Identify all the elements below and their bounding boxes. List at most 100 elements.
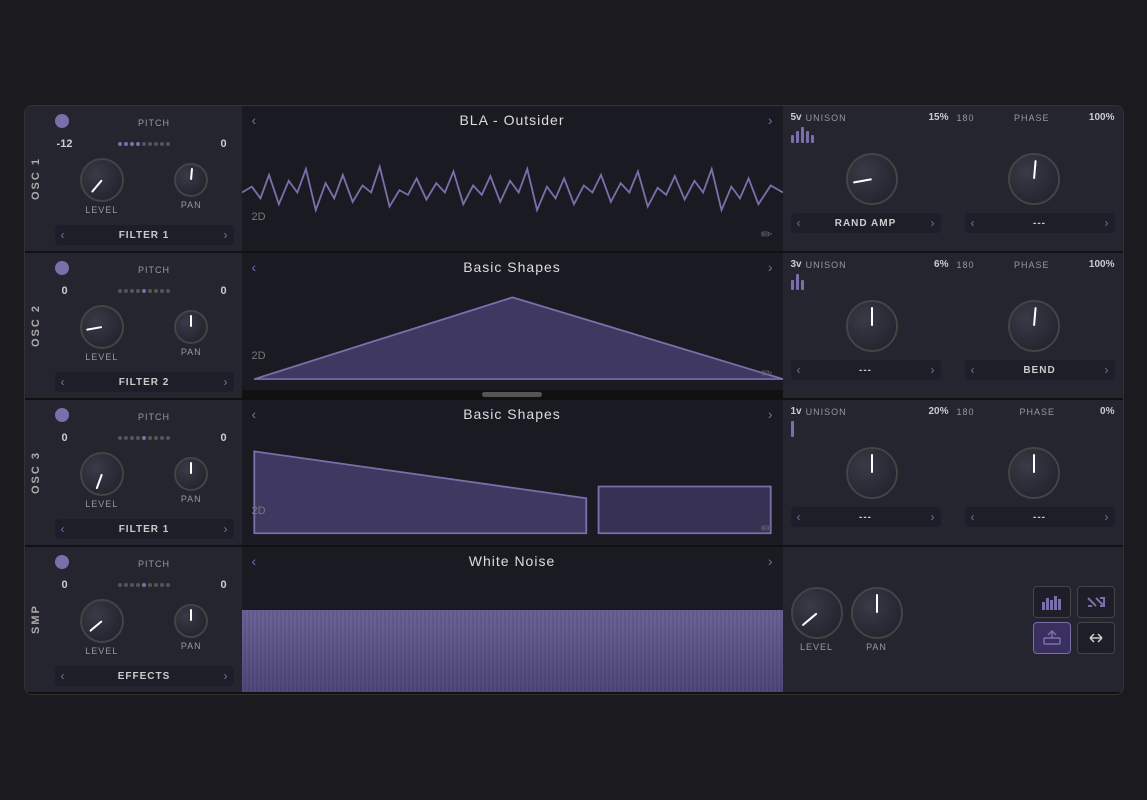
smp-filter-right[interactable]: ›: [224, 669, 228, 683]
osc3-pitch-row: 0 0: [55, 432, 234, 444]
osc2-controls: PITCH 0 0 LEVEL: [47, 253, 242, 398]
smp-export-btn[interactable]: [1033, 622, 1071, 654]
smp-pitch-right[interactable]: 0: [214, 579, 234, 591]
osc3-dots: [79, 434, 210, 442]
smp-level-knob-r[interactable]: [791, 587, 843, 639]
smp-pan-knob-r[interactable]: [851, 587, 903, 639]
osc3-rand-knob[interactable]: [846, 447, 898, 499]
osc3-circle[interactable]: [55, 408, 69, 422]
osc2-filter-right[interactable]: ›: [224, 375, 228, 389]
osc2-rand-selector: ‹ --- ›: [791, 360, 941, 380]
osc2-waveform-2d: 2D: [252, 350, 266, 362]
osc3-pan-knob[interactable]: [174, 457, 208, 491]
osc3-phase-knob[interactable]: [1008, 447, 1060, 499]
osc3-level-knob[interactable]: [80, 452, 124, 496]
osc1-unison-bars: [791, 127, 949, 143]
osc1-phase-knob[interactable]: [1008, 153, 1060, 205]
smp-pitch-row: 0 0: [55, 579, 234, 591]
smp-shuffle-btn[interactable]: [1077, 586, 1115, 618]
osc3-phase-left: 180: [957, 407, 975, 417]
smp-filter-label[interactable]: EFFECTS: [65, 671, 224, 682]
smp-bars-btn[interactable]: [1033, 586, 1071, 618]
osc1-phase-label: PHASE: [1014, 113, 1050, 123]
osc3-pitch-left[interactable]: 0: [55, 432, 75, 444]
osc1-dots: [79, 140, 210, 148]
osc2-circle[interactable]: [55, 261, 69, 275]
osc1-waveform-svg: [242, 134, 783, 251]
smp-pan-label: PAN: [181, 641, 202, 651]
osc2-pan-knob[interactable]: [174, 310, 208, 344]
osc1-filter-label[interactable]: FILTER 1: [65, 230, 224, 241]
smp-expand-btn[interactable]: [1077, 622, 1115, 654]
smp-label: SMP: [25, 547, 47, 692]
osc2-right-panel: 3v UNISON 6% 180 PHASE 100%: [783, 253, 1123, 398]
osc1-br-label[interactable]: ---: [975, 218, 1105, 229]
osc1-level-knob[interactable]: [80, 158, 124, 202]
osc1-rand-right[interactable]: ›: [931, 216, 935, 230]
osc1-circle[interactable]: [55, 114, 69, 128]
smp-waveform-header: ‹ White Noise ›: [242, 547, 783, 575]
osc2-unison-pct: 6%: [934, 259, 948, 270]
osc3-rand-knob-container: [846, 447, 898, 499]
osc2-pitch-row: 0 0: [55, 285, 234, 297]
osc2-knobs-row: LEVEL PAN: [55, 301, 234, 366]
osc3-bottom-selectors: ‹ --- › ‹ --- ›: [791, 507, 1115, 527]
osc2-rand-right[interactable]: ›: [931, 363, 935, 377]
osc2-filter-label[interactable]: FILTER 2: [65, 377, 224, 388]
osc3-phase-section: 180 PHASE 0%: [957, 406, 1115, 439]
osc3-right-panel: 1v UNISON 20% 180 PHASE 0%: [783, 400, 1123, 545]
osc2-scrollbar-thumb[interactable]: [482, 392, 542, 397]
osc3-pitch-label: PITCH: [75, 412, 234, 422]
osc3-knobs-right: [791, 443, 1115, 503]
osc2-bottom-selectors: ‹ --- › ‹ BEND ›: [791, 360, 1115, 380]
osc3-sel-label2[interactable]: ---: [975, 512, 1105, 523]
osc2-bend-label[interactable]: BEND: [975, 365, 1105, 376]
osc2-edit-icon[interactable]: ✏: [761, 365, 773, 382]
osc2-bend-right[interactable]: ›: [1105, 363, 1109, 377]
osc3-sel-right1[interactable]: ›: [931, 510, 935, 524]
smp-level-knob[interactable]: [80, 599, 124, 643]
osc2-phase-knob[interactable]: [1008, 300, 1060, 352]
osc1-rand-amp-knob[interactable]: [846, 153, 898, 205]
osc3-knobs-row: LEVEL PAN: [55, 448, 234, 513]
osc3-filter-label[interactable]: FILTER 1: [65, 524, 224, 535]
osc1-waveform-display: 2D ✏: [242, 134, 783, 251]
osc3-level-container: LEVEL: [80, 452, 124, 509]
osc2-waveform-header: ‹ Basic Shapes ›: [242, 253, 783, 281]
osc3-sel-label1[interactable]: ---: [801, 512, 931, 523]
osc3-waveform-next[interactable]: ›: [768, 406, 773, 422]
osc2-filter-row: ‹ FILTER 2 ›: [55, 372, 234, 392]
osc2-pitch-left[interactable]: 0: [55, 285, 75, 297]
osc1-phase-label-left: 180: [957, 113, 975, 123]
osc1-filter-right[interactable]: ›: [224, 228, 228, 242]
osc1-waveform-next[interactable]: ›: [768, 112, 773, 128]
osc1-bottom-selectors: ‹ RAND AMP › ‹ --- ›: [791, 213, 1115, 233]
osc2-unison-section: 3v UNISON 6%: [791, 259, 949, 292]
osc3-unison-bars: [791, 421, 949, 437]
osc2-waveform-next[interactable]: ›: [768, 259, 773, 275]
smp-waveform-next[interactable]: ›: [768, 553, 773, 569]
osc2-pitch-right[interactable]: 0: [214, 285, 234, 297]
osc1-pitch-row: -12 0: [55, 138, 234, 150]
osc2-level-knob[interactable]: [80, 305, 124, 349]
osc2-rand-label[interactable]: ---: [801, 365, 931, 376]
osc2-waveform-title: Basic Shapes: [256, 259, 768, 275]
osc1-edit-icon[interactable]: ✏: [761, 226, 773, 243]
smp-pitch-left[interactable]: 0: [55, 579, 75, 591]
smp-circle[interactable]: [55, 555, 69, 569]
osc1-pitch-right[interactable]: 0: [214, 138, 234, 150]
osc3-filter-right[interactable]: ›: [224, 522, 228, 536]
smp-waveform-title: White Noise: [256, 553, 768, 569]
osc1-br-right[interactable]: ›: [1105, 216, 1109, 230]
osc3-edit-icon[interactable]: ✏: [761, 520, 773, 537]
osc1-pitch-left[interactable]: -12: [55, 138, 75, 150]
osc1-pan-knob[interactable]: [174, 163, 208, 197]
osc1-rand-amp-label[interactable]: RAND AMP: [801, 218, 931, 229]
osc1-unison-phase-row: 5v UNISON 15% 180 PHASE: [791, 112, 1115, 145]
osc3-pitch-right[interactable]: 0: [214, 432, 234, 444]
osc3-sel-right2[interactable]: ›: [1105, 510, 1109, 524]
osc2-rand-amp-knob[interactable]: [846, 300, 898, 352]
osc3-unison-pct: 20%: [928, 406, 948, 417]
osc2-row: OSC 2 PITCH 0 0: [25, 253, 1123, 400]
smp-pan-knob[interactable]: [174, 604, 208, 638]
